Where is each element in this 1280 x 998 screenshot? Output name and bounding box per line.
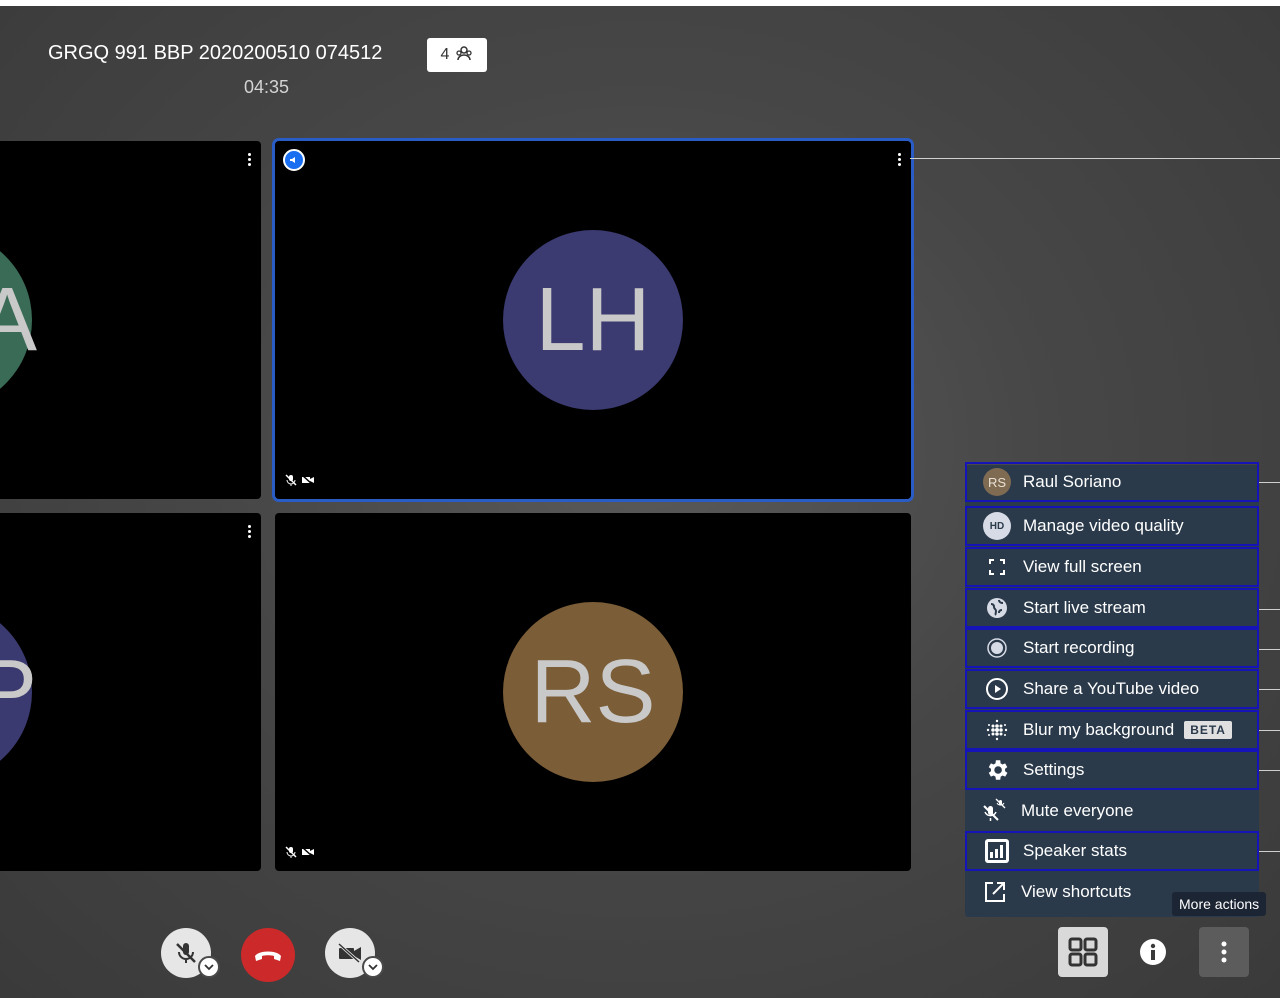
mute-everyone-icon xyxy=(979,795,1011,827)
tile-menu-icon[interactable] xyxy=(897,153,903,167)
menu-item-video-quality[interactable]: HD Manage video quality xyxy=(965,506,1259,546)
avatar-initials: LH xyxy=(535,269,651,370)
camera-options-chevron[interactable] xyxy=(362,956,384,978)
avatar-initials: RS xyxy=(530,641,656,742)
participants-icon xyxy=(455,44,473,67)
avatar-initials: A xyxy=(0,269,38,370)
tile-status-icons xyxy=(285,473,315,491)
avatar-initials: P xyxy=(0,641,38,742)
menu-item-label: Start live stream xyxy=(1023,598,1146,617)
camera-off-icon xyxy=(337,942,361,964)
connector-line xyxy=(1259,649,1280,650)
camera-off-icon xyxy=(301,473,315,491)
hd-icon: HD xyxy=(983,512,1011,540)
menu-item-label: Share a YouTube video xyxy=(1023,679,1200,698)
connector-line xyxy=(910,158,1280,159)
video-tile-left-top[interactable]: A xyxy=(0,141,261,499)
shortcut-icon xyxy=(979,876,1011,908)
connector-line xyxy=(1259,482,1280,483)
user-avatar: RS xyxy=(983,468,1011,496)
video-tile-left-bottom[interactable]: P xyxy=(0,513,261,871)
connector-line xyxy=(1259,730,1280,731)
mic-muted-icon xyxy=(285,845,297,863)
kebab-menu-icon xyxy=(1221,941,1227,963)
top-border xyxy=(0,0,1280,6)
menu-item-label: View shortcuts xyxy=(1021,882,1132,901)
phone-hangup-icon xyxy=(255,951,281,961)
menu-item-live-stream[interactable]: Start live stream xyxy=(965,588,1259,628)
more-actions-button[interactable] xyxy=(1199,927,1249,977)
record-icon xyxy=(981,632,1013,664)
connector-line xyxy=(1259,689,1280,690)
mic-muted-icon xyxy=(176,943,196,963)
gear-icon xyxy=(981,754,1013,786)
menu-item-fullscreen[interactable]: View full screen xyxy=(965,547,1259,587)
connector-line xyxy=(1259,770,1280,771)
video-tile-lh[interactable]: LH xyxy=(275,141,911,499)
tile-view-button[interactable] xyxy=(1058,927,1108,977)
meeting-timer: 04:35 xyxy=(244,77,290,97)
blur-icon xyxy=(981,714,1013,746)
fullscreen-icon xyxy=(981,551,1013,583)
menu-item-blur[interactable]: Blur my background BETA xyxy=(965,710,1259,750)
menu-item-label: Mute everyone xyxy=(1021,801,1134,820)
participant-avatar: P xyxy=(0,602,37,782)
more-actions-tooltip: More actions xyxy=(1172,892,1267,916)
menu-item-label: Start recording xyxy=(1023,638,1135,657)
camera-off-icon xyxy=(301,845,315,863)
stats-icon xyxy=(981,835,1013,867)
participant-avatar: LH xyxy=(503,230,683,410)
connector-line xyxy=(1259,609,1280,610)
tile-menu-icon[interactable] xyxy=(247,153,253,167)
menu-item-label: Raul Soriano xyxy=(1023,472,1122,491)
menu-item-speaker-stats[interactable]: Speaker stats xyxy=(965,831,1259,871)
meeting-title: GRGQ 991 BBP 2020200510 074512 xyxy=(48,42,383,64)
dominant-speaker-icon xyxy=(283,149,305,171)
menu-item-settings[interactable]: Settings xyxy=(965,750,1259,790)
info-button[interactable] xyxy=(1128,927,1178,977)
participant-count-badge[interactable]: 4 xyxy=(427,38,487,72)
menu-item-profile[interactable]: RS Raul Soriano xyxy=(965,462,1259,502)
mic-options-chevron[interactable] xyxy=(198,956,220,978)
globe-icon xyxy=(981,592,1013,624)
video-tile-rs[interactable]: RS xyxy=(275,513,911,871)
participant-avatar: A xyxy=(0,230,37,410)
menu-item-label: Settings xyxy=(1023,760,1085,779)
menu-item-label: Speaker stats xyxy=(1023,841,1127,860)
menu-item-label: Blur my background xyxy=(1023,720,1175,739)
tile-status-icons xyxy=(285,845,315,863)
info-icon xyxy=(1140,939,1166,965)
hangup-button[interactable] xyxy=(241,928,295,982)
grid-icon xyxy=(1068,937,1098,967)
beta-badge: BETA xyxy=(1184,721,1232,739)
participant-count: 4 xyxy=(440,46,450,63)
participant-avatar: RS xyxy=(503,602,683,782)
menu-item-label: Manage video quality xyxy=(1023,516,1184,535)
menu-item-mute-everyone[interactable]: Mute everyone xyxy=(965,791,1259,831)
mic-muted-icon xyxy=(285,473,297,491)
menu-item-label: View full screen xyxy=(1023,557,1142,576)
menu-item-recording[interactable]: Start recording xyxy=(965,628,1259,668)
tile-menu-icon[interactable] xyxy=(247,525,253,539)
play-icon xyxy=(981,673,1013,705)
connector-line xyxy=(1259,851,1280,852)
menu-item-youtube[interactable]: Share a YouTube video xyxy=(965,669,1259,709)
